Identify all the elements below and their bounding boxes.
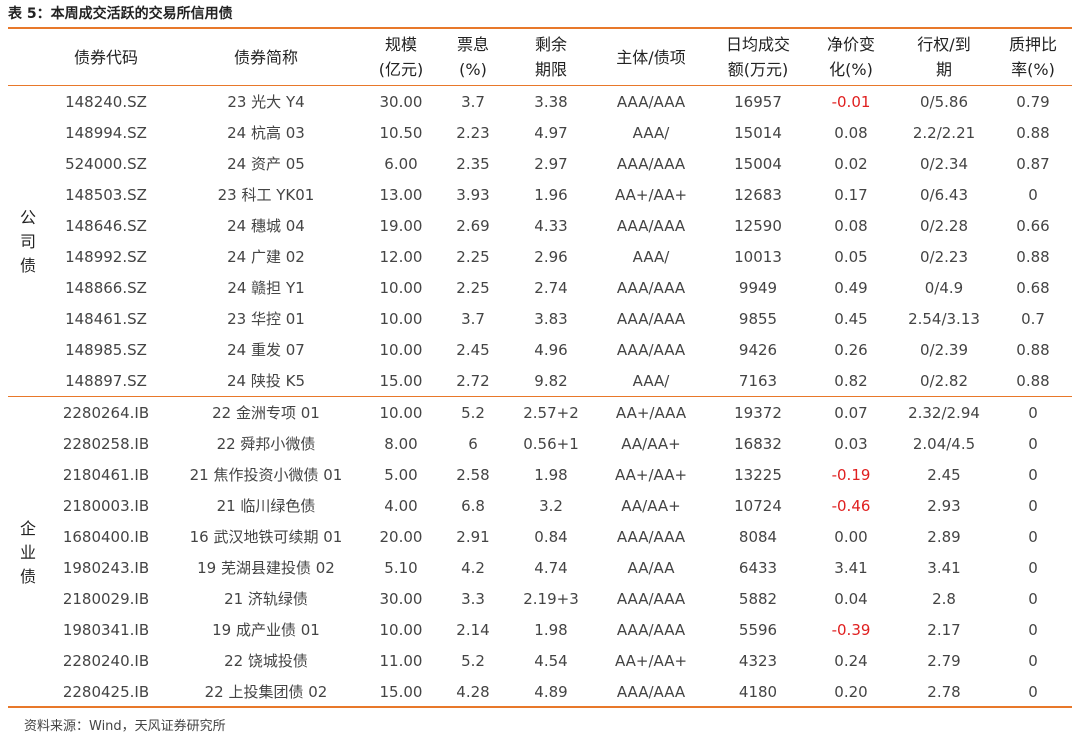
header-rule (8, 85, 1072, 86)
group-divider (8, 396, 1072, 397)
cell-pledge-ratio: 0.88 (1016, 341, 1050, 359)
cell-name: 19 芜湖县建投债 02 (197, 559, 335, 577)
header-name: 债券简称 (233, 47, 298, 67)
table-row: 1980243.IB 19 芜湖县建投债 02 5.10 4.2 4.74 AA/AA 64… (48, 553, 1072, 584)
cell-name: 19 成产业债 01 (212, 621, 320, 639)
cell-name: 22 金洲专项 01 (212, 404, 320, 422)
header-volume: 日均成交 额(万元) (725, 35, 790, 79)
table-row: 148992.SZ 24 广建 02 12.00 2.25 2.96 AAA/10013 0… (48, 242, 1072, 273)
source-note: 资料来源：Wind，天风证券研究所 (24, 719, 226, 734)
cell-pledge-ratio: 0 (1028, 497, 1038, 515)
cell-pledge-ratio: 0.88 (1016, 124, 1050, 142)
header-price-change: 净价变 化(%) (826, 35, 875, 79)
table-row: 148994.SZ 24 杭高 03 10.50 2.23 4.97 AAA/15014 0… (48, 118, 1072, 149)
cell-name: 24 广建 02 (227, 248, 305, 266)
cell-pledge-ratio: 0 (1028, 466, 1038, 484)
table-row: 2280264.IB 22 金洲专项 01 10.00 5.2 2.57+2 AA+/AA… (48, 398, 1072, 429)
table-row: 148503.SZ 23 科工 YK01 13.00 3.93 1.96 AA+/AA+ 1… (48, 180, 1072, 211)
table-row: 1680400.IB 16 武汉地铁可续期 01 20.00 2.91 0.84 AAA/… (48, 522, 1072, 553)
cell-pledge-ratio: 0 (1028, 621, 1038, 639)
cell-name: 23 华控 01 (227, 310, 305, 328)
header-coupon: 票息 (%) (456, 35, 489, 79)
header-pledge-ratio: 质押比 率(%) (1008, 35, 1057, 79)
table-row: 1980341.IB 19 成产业债 01 10.00 2.14 1.98 AAA/AAA… (48, 615, 1072, 646)
cell-pledge-ratio: 0.87 (1016, 155, 1050, 173)
cell-pledge-ratio: 0.7 (1021, 310, 1045, 328)
cell-name: 23 光大 Y4 (227, 93, 305, 111)
table-row: 148866.SZ 24 赣担 Y1 10.00 2.25 2.74 AAA/AAA 994… (48, 273, 1072, 304)
table-row: 524000.SZ 24 资产 05 6.00 2.35 2.97 AAA/AAA 1500… (48, 149, 1072, 180)
table-row: 148985.SZ 24 重发 07 10.00 2.45 4.96 AAA/AAA 942… (48, 335, 1072, 366)
header-rating: 主体/债项 (616, 47, 686, 67)
cell-name: 22 饶城投债 (224, 652, 308, 670)
header-exercise-maturity: 行权/到 期 (917, 35, 971, 79)
table-row: 2280425.IB 22 上投集团债 02 15.00 4.28 4.89 AAA/AA… (48, 677, 1072, 708)
cell-pledge-ratio: 0.79 (1016, 93, 1050, 111)
cell-name: 24 资产 05 (227, 155, 305, 173)
table-row: 2180003.IB 21 临川绿色债 4.00 6.8 3.2 AA/AA+ 10724-… (48, 491, 1072, 522)
cell-pledge-ratio: 0 (1028, 435, 1038, 453)
table-row: 2280240.IB 22 饶城投债 11.00 5.2 4.54 AA+/AA+ 4323… (48, 646, 1072, 677)
cell-name: 24 杭高 03 (227, 124, 305, 142)
table-title: 表 5：本周成交活跃的交易所信用债 (8, 6, 233, 22)
table-row: 148240.SZ 23 光大 Y4 30.00 3.7 3.38 AAA/AAA 1695… (48, 87, 1072, 118)
cell-pledge-ratio: 0 (1028, 404, 1038, 422)
cell-pledge-ratio: 0 (1028, 683, 1038, 701)
cell-pledge-ratio: 0 (1028, 528, 1038, 546)
cell-name: 24 赣担 Y1 (227, 279, 305, 297)
cell-name: 24 陕投 K5 (226, 372, 305, 390)
cell-pledge-ratio: 0 (1028, 590, 1038, 608)
header-size: 规模 (亿元) (378, 35, 424, 79)
table-row: 2180029.IB 21 济轨绿债 30.00 3.3 2.19+3 AAA/AAA 58… (48, 584, 1072, 615)
cell-pledge-ratio: 0.88 (1016, 372, 1050, 390)
cell-pledge-ratio: 0.66 (1016, 217, 1050, 235)
table-row: 148646.SZ 24 穗城 04 19.00 2.69 4.33 AAA/AAA 125… (48, 211, 1072, 242)
cell-name: 22 舜邦小微债 (216, 435, 316, 453)
cell-name: 24 重发 07 (227, 341, 305, 359)
cell-pledge-ratio: 0.68 (1016, 279, 1050, 297)
header-term: 剩余 期限 (534, 35, 567, 79)
table-row: 148897.SZ 24 陕投 K5 15.00 2.72 9.82 AAA/7163 0.… (48, 366, 1072, 397)
table-row: 2280258.IB 22 舜邦小微债 8.00 6 0.56+1 AA/AA+ 16832… (48, 429, 1072, 460)
header-code: 债券代码 (73, 47, 138, 67)
cell-name: 21 焦作投资小微债 01 (189, 466, 343, 484)
cell-name: 24 穗城 04 (227, 217, 305, 235)
cell-name: 21 临川绿色债 (216, 497, 316, 515)
cell-name: 23 科工 YK01 (217, 186, 315, 204)
cell-pledge-ratio: 0.88 (1016, 248, 1050, 266)
cell-name: 21 济轨绿债 (224, 590, 308, 608)
cell-pledge-ratio: 0 (1028, 559, 1038, 577)
bottom-rule (8, 706, 1072, 708)
cell-pledge-ratio: 0 (1028, 186, 1038, 204)
cell-name: 16 武汉地铁可续期 01 (189, 528, 343, 546)
table-row: 148461.SZ 23 华控 01 10.00 3.7 3.83 AAA/AAA 9855… (48, 304, 1072, 335)
cell-pledge-ratio: 0 (1028, 652, 1038, 670)
cell-name: 22 上投集团债 02 (204, 683, 328, 701)
top-rule (8, 27, 1072, 29)
table-row: 2180461.IB 21 焦作投资小微债 01 5.00 2.58 1.98 AA+/A… (48, 460, 1072, 491)
